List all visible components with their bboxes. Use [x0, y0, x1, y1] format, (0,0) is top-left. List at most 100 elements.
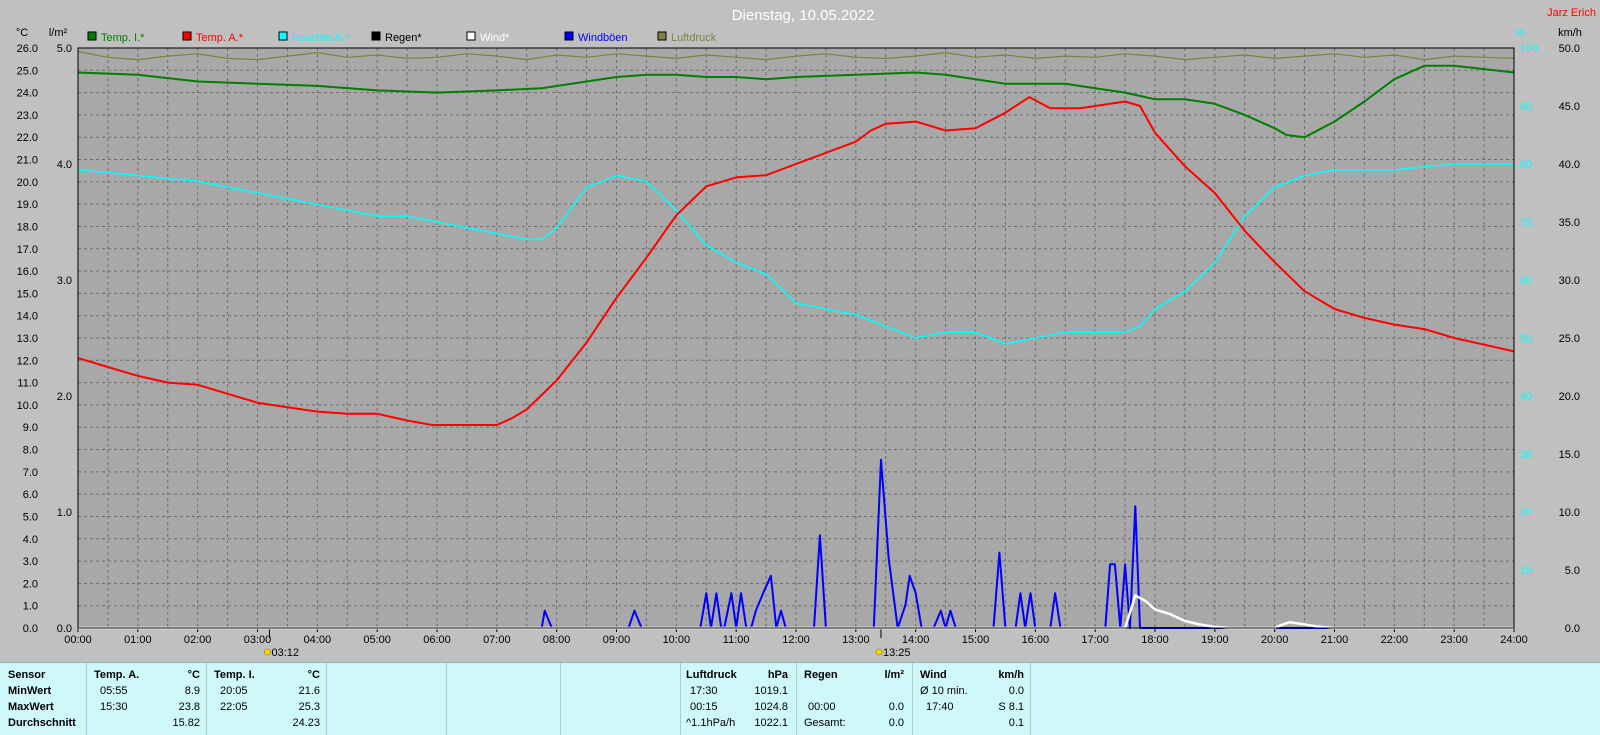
- temp-tick-label: 14.0: [17, 311, 38, 323]
- temp-tick-label: 19.0: [17, 199, 38, 211]
- x-tick-label: 09:00: [603, 634, 631, 646]
- wind-avg10-value: 0.0: [1008, 685, 1024, 697]
- x-tick-label: 07:00: [483, 634, 511, 646]
- rain-unit-label: l/m²: [49, 27, 68, 39]
- wind-tick-label: 15.0: [1559, 449, 1580, 461]
- rain-tick-label: 4.0: [57, 159, 72, 171]
- summary-divider: [560, 663, 561, 735]
- temp-tick-label: 7.0: [23, 467, 38, 479]
- weather-chart: Dienstag, 10.05.2022 Jarz Erich Temp. I.…: [0, 0, 1600, 662]
- temp-a-unit: °C: [187, 669, 200, 681]
- legend-label-regen: Regen*: [385, 32, 422, 44]
- humidity-tick-label: 30: [1520, 449, 1532, 461]
- summary-divider: [912, 663, 913, 735]
- pressure-avg-value: 1022.1: [754, 717, 788, 729]
- temp-i-max-value: 25.3: [298, 701, 320, 713]
- x-tick-label: 06:00: [423, 634, 451, 646]
- row-label-max: MaxWert: [8, 701, 54, 713]
- humidity-tick-label: 70: [1520, 217, 1532, 229]
- wind-tick-label: 40.0: [1559, 159, 1580, 171]
- humidity-tick-label: 40: [1520, 391, 1532, 403]
- x-tick-label: 22:00: [1381, 634, 1409, 646]
- x-tick-label: 23:00: [1440, 634, 1468, 646]
- wind-tick-label: 35.0: [1559, 217, 1580, 229]
- wind-tick-label: 0.0: [1565, 623, 1580, 635]
- temp-tick-label: 18.0: [17, 221, 38, 233]
- rain-tick-label: 5.0: [57, 43, 72, 55]
- wind-tick-label: 50.0: [1559, 43, 1580, 55]
- sun-marker-label: 13:25: [883, 647, 911, 659]
- temp-tick-label: 4.0: [23, 534, 38, 546]
- legend-label-boeen: Windböen: [578, 32, 628, 44]
- rain-tick-label: 3.0: [57, 275, 72, 287]
- pressure-max-value: 1024.8: [754, 701, 788, 713]
- temp-tick-label: 5.0: [23, 511, 38, 523]
- temp-tick-label: 12.0: [17, 355, 38, 367]
- rain-max-time: 00:00: [808, 701, 836, 713]
- temp-tick-label: 20.0: [17, 177, 38, 189]
- x-tick-label: 02:00: [184, 634, 212, 646]
- x-tick-label: 18:00: [1141, 634, 1169, 646]
- temp-a-min-value: 8.9: [184, 685, 200, 697]
- pressure-min-time: 17:30: [690, 685, 718, 697]
- rain-tick-label: 1.0: [57, 507, 72, 519]
- x-tick-label: 14:00: [902, 634, 930, 646]
- pressure-min-value: 1019.1: [754, 685, 788, 697]
- temp-tick-label: 17.0: [17, 244, 38, 256]
- temp-tick-label: 22.0: [17, 132, 38, 144]
- rain-tick-label: 2.0: [57, 391, 72, 403]
- temp-a-max-time: 15:30: [100, 701, 128, 713]
- wind-tick-label: 30.0: [1559, 275, 1580, 287]
- humidity-tick-label: 90: [1520, 101, 1532, 113]
- summary-divider: [326, 663, 327, 735]
- temp-tick-label: 21.0: [17, 155, 38, 167]
- wind-unit: km/h: [998, 669, 1024, 681]
- temp-tick-label: 1.0: [23, 601, 38, 613]
- summary-divider: [796, 663, 797, 735]
- summary-divider: [206, 663, 207, 735]
- wind-tick-label: 25.0: [1559, 333, 1580, 345]
- pressure-title: Luftdruck: [686, 669, 737, 681]
- chart-title: Dienstag, 10.05.2022: [732, 7, 875, 24]
- x-tick-label: 21:00: [1321, 634, 1349, 646]
- x-tick-label: 11:00: [723, 634, 750, 646]
- summary-divider: [446, 663, 447, 735]
- wind-tick-label: 10.0: [1559, 507, 1580, 519]
- temp-tick-label: 10.0: [17, 400, 38, 412]
- rain-total-label: Gesamt:: [804, 717, 846, 729]
- legend-swatch-feuchte: [278, 31, 288, 41]
- temp-i-min-time: 20:05: [220, 685, 248, 697]
- wind-unit-label: km/h: [1558, 27, 1582, 39]
- x-tick-label: 20:00: [1261, 634, 1289, 646]
- temp-a-title: Temp. A.: [94, 669, 140, 681]
- row-label-avg: Durchschnitt: [8, 717, 76, 729]
- temp-i-unit: °C: [307, 669, 320, 681]
- temp-tick-label: 8.0: [23, 445, 38, 457]
- wind-avg10-label: Ø 10 min.: [920, 685, 968, 697]
- humidity-tick-label: 10: [1520, 565, 1532, 577]
- wind-tick-label: 5.0: [1565, 565, 1580, 577]
- temp-tick-label: 16.0: [17, 266, 38, 278]
- temp-i-title: Temp. I.: [214, 669, 255, 681]
- legend-label-luftdruck: Luftdruck: [671, 32, 717, 44]
- humidity-unit-label: %: [1515, 27, 1525, 39]
- temp-tick-label: 9.0: [23, 422, 38, 434]
- sun-marker-label: 03:12: [271, 647, 299, 659]
- x-tick-label: 00:00: [64, 634, 92, 646]
- temp-i-min-value: 21.6: [298, 685, 320, 697]
- temp-i-avg-value: 24.23: [292, 717, 320, 729]
- x-tick-label: 10:00: [663, 634, 691, 646]
- pressure-trend: ^1.1hPa/h: [686, 717, 736, 729]
- temp-tick-label: 23.0: [17, 110, 38, 122]
- humidity-tick-label: 20: [1520, 507, 1532, 519]
- x-tick-label: 16:00: [1022, 634, 1050, 646]
- temp-tick-label: 15.0: [17, 288, 38, 300]
- wind-max-value: S 8.1: [998, 701, 1024, 713]
- temp-tick-label: 26.0: [17, 43, 38, 55]
- sensor-header: Sensor: [8, 669, 46, 681]
- humidity-tick-label: 50: [1520, 333, 1532, 345]
- temp-a-max-value: 23.8: [178, 701, 200, 713]
- wind-tick-label: 20.0: [1559, 391, 1580, 403]
- humidity-tick-label: 80: [1520, 159, 1532, 171]
- temp-i-max-time: 22:05: [220, 701, 248, 713]
